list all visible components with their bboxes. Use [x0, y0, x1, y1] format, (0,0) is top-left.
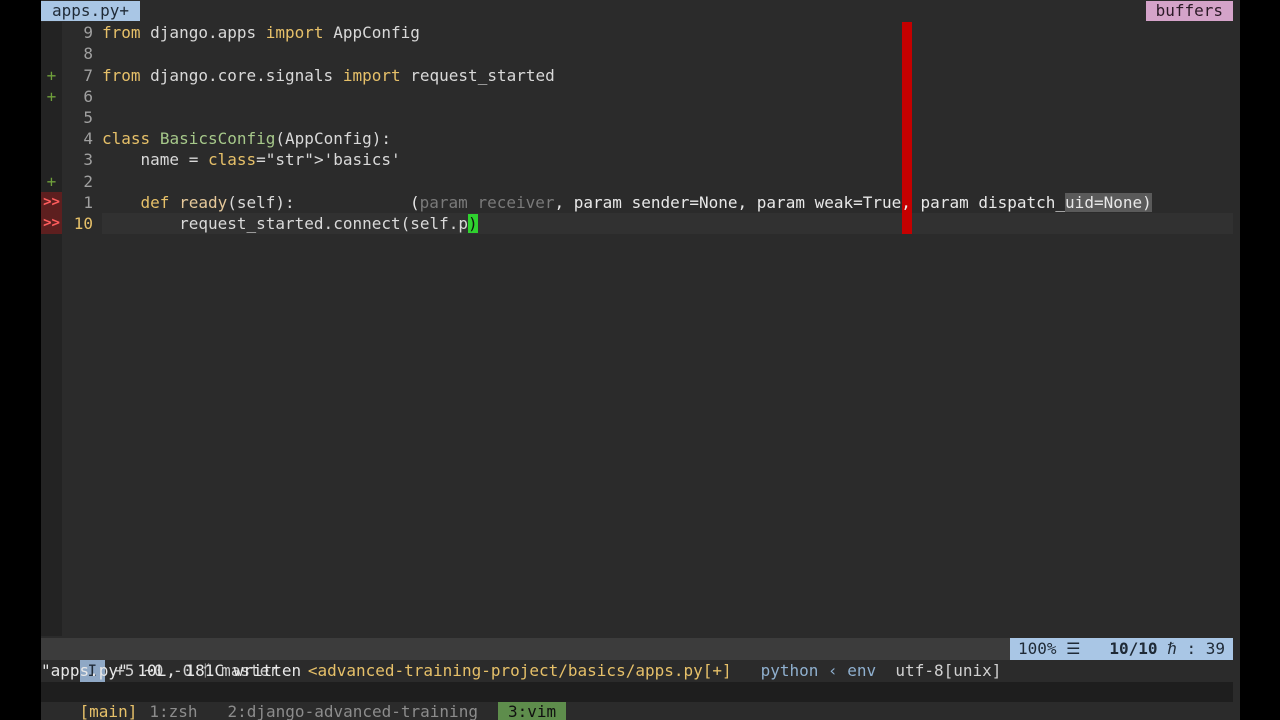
filetype-indicator: python ‹ env: [760, 661, 877, 680]
code-line[interactable]: from django.core.signals import request_…: [102, 65, 555, 86]
line-number: 9: [83, 23, 93, 42]
git-added-sign: +: [46, 172, 57, 191]
file-path: <advanced-training-project/basics/apps.p…: [307, 661, 732, 680]
tmux-session: [main]: [79, 702, 138, 720]
line-number: 8: [83, 44, 93, 63]
tmux-window-django[interactable]: 2:django-advanced-training: [228, 702, 478, 720]
signature-hint-popup: (param receiver, param sender=None, para…: [410, 193, 1152, 212]
git-added-sign: +: [46, 87, 57, 106]
tmux-window-zsh[interactable]: 1:zsh: [149, 702, 197, 720]
position-indicator: 100% ☰ 10/10 ℏ : 39: [1009, 638, 1233, 660]
line-number: 2: [83, 172, 93, 191]
vim-statusline: I +5 ~0 -0 ᚶ master <advanced-training-pr…: [41, 638, 1233, 682]
line-number: 7: [83, 66, 93, 85]
sign-column: [41, 22, 62, 636]
line-number: 3: [83, 150, 93, 169]
tab-apps-py[interactable]: apps.py+: [41, 1, 141, 21]
code-line[interactable]: from django.apps import AppConfig: [102, 22, 420, 43]
code-line-current[interactable]: request_started.connect(self.p): [102, 213, 478, 234]
text-cursor: ): [468, 214, 478, 233]
current-line-number: 10: [73, 214, 93, 233]
error-sign: >>: [41, 213, 62, 234]
vim-tabline: apps.py+ buffers: [41, 0, 1233, 22]
git-added-sign: +: [46, 66, 57, 85]
code-line[interactable]: def ready(self):: [102, 192, 295, 213]
tmux-statusbar: [main] 1:zsh 2:django-advanced-training 3:v…: [41, 682, 1233, 720]
command-message: "apps.py" 10L, 181C written: [41, 661, 302, 680]
line-number: 1: [83, 193, 93, 212]
error-sign: >>: [41, 192, 62, 213]
buffers-label[interactable]: buffers: [1145, 1, 1233, 21]
line-position: 10/10: [1109, 639, 1158, 658]
tmux-window-vim[interactable]: 3:vim: [497, 702, 567, 720]
line-number: 5: [83, 108, 93, 127]
code-line[interactable]: class BasicsConfig(AppConfig):: [102, 128, 391, 149]
terminal-window: apps.py+ buffers + + + >> >> 9 8 7 6 5 4…: [41, 0, 1240, 720]
encoding-indicator: utf-8[unix]: [895, 661, 1002, 680]
line-number: 6: [83, 87, 93, 106]
column-indicator: ℏ : 39: [1167, 639, 1225, 658]
code-line[interactable]: name = class="str">'basics': [102, 149, 401, 170]
percent-indicator: 100% ☰: [1017, 639, 1081, 658]
line-number: 4: [83, 129, 93, 148]
